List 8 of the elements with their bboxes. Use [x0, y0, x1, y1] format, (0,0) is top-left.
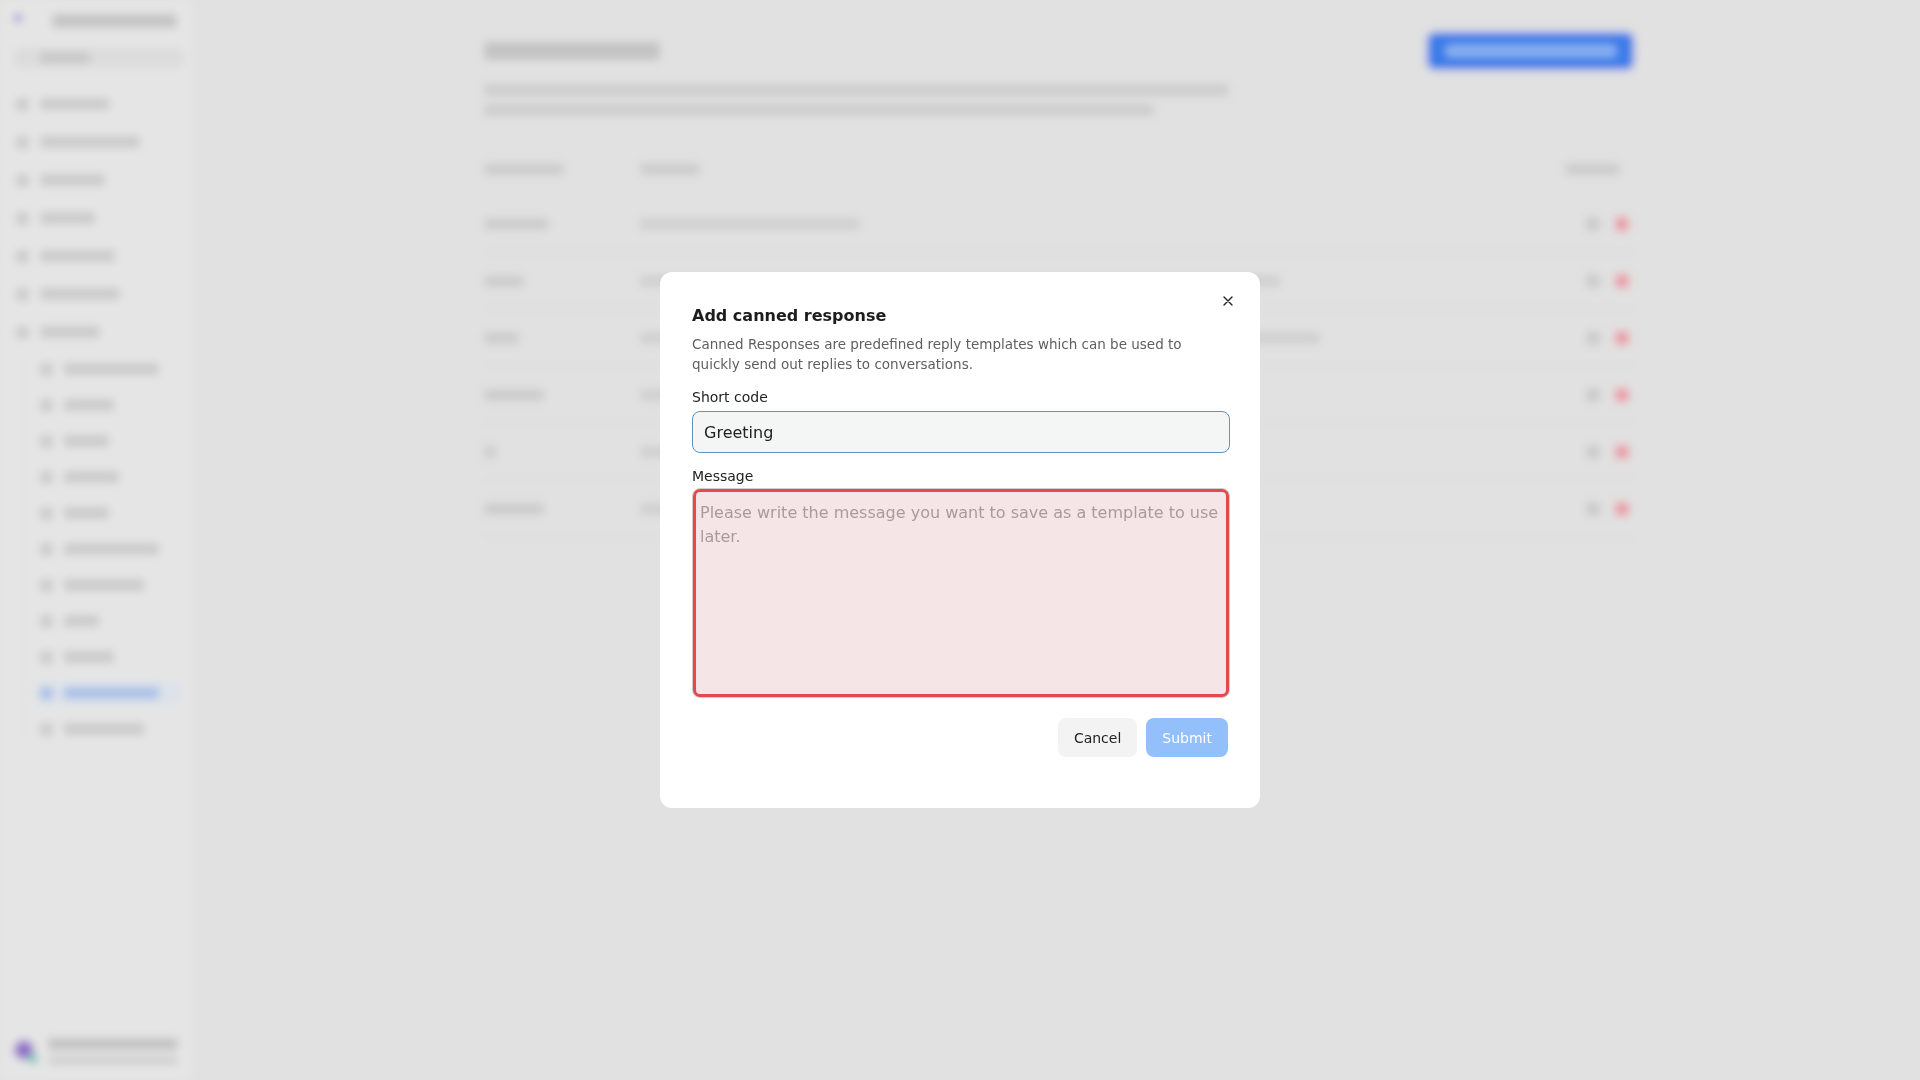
cancel-button[interactable]: Cancel	[1057, 718, 1138, 757]
message-field[interactable]: Please write the message you want to save as a template to use later.	[692, 488, 1230, 698]
input-field[interactable]: Greeting	[692, 411, 1230, 453]
close-icon[interactable]	[1222, 295, 1234, 307]
dialog-title: Add canned response	[692, 306, 888, 325]
dialog-description: Canned Responses are predefined reply templates which can be used to quickly send out replies to conversations.	[692, 335, 1183, 374]
field-label: Message	[692, 468, 755, 484]
field-label: Short code	[692, 389, 769, 405]
